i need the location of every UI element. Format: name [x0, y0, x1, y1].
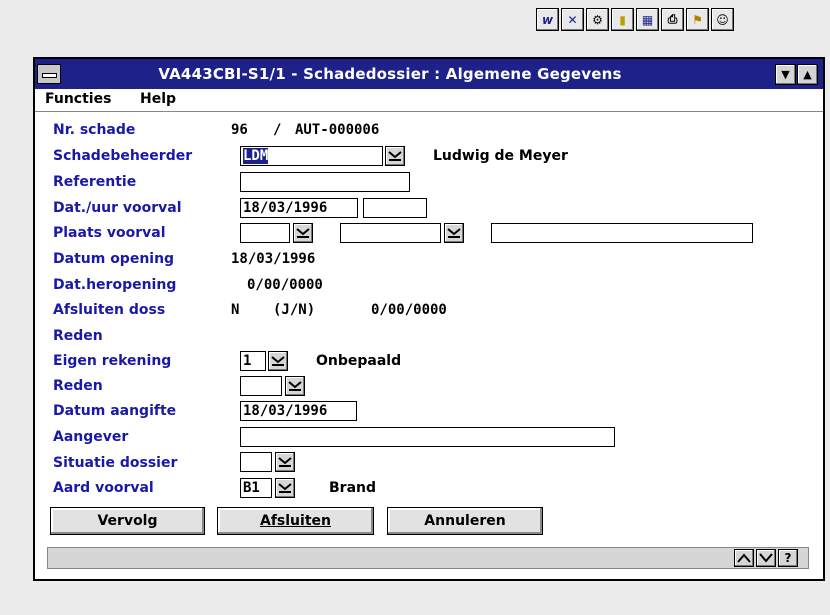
chevron-down-icon	[278, 483, 292, 493]
situatie-dossier-input[interactable]	[240, 452, 272, 472]
main-window: VA443CBI-S1/1 - Schadedossier : Algemene…	[33, 57, 825, 581]
eigen-rekening-input[interactable]: 1	[240, 351, 266, 371]
eigen-rekening-text: Onbepaald	[316, 353, 402, 369]
label-situatie-dossier: Situatie dossier	[53, 455, 178, 471]
reden-dropdown[interactable]	[285, 376, 305, 396]
label-afsluiten-doss: Afsluiten doss	[53, 302, 166, 318]
datum-opening-value: 18/03/1996	[231, 251, 316, 267]
minimize-button[interactable]: ▼	[775, 64, 796, 85]
label-reden-2: Reden	[53, 378, 103, 394]
nr-schade-separator: /	[273, 122, 282, 138]
title-bar: VA443CBI-S1/1 - Schadedossier : Algemene…	[35, 59, 823, 89]
chevron-up-icon	[737, 553, 751, 563]
document-icon[interactable]: ▮	[611, 8, 634, 31]
eigen-rekening-dropdown[interactable]	[268, 351, 288, 371]
plaats-code-dropdown[interactable]	[293, 223, 313, 243]
people-icon[interactable]: ☺	[711, 8, 734, 31]
afsluiten-flag: N	[231, 302, 240, 318]
schadebeheerder-input[interactable]: LDM	[240, 146, 383, 166]
label-aard-voorval: Aard voorval	[53, 480, 154, 496]
label-dat-heropening: Dat.heropening	[53, 277, 177, 293]
menu-bar: Functies Help	[35, 89, 823, 112]
aard-voorval-dropdown[interactable]	[275, 478, 295, 498]
afsluiten-hint: (J/N)	[273, 302, 316, 318]
plaats-postcode-dropdown[interactable]	[444, 223, 464, 243]
situatie-dossier-dropdown[interactable]	[275, 452, 295, 472]
referentie-input[interactable]	[240, 172, 410, 192]
label-referentie: Referentie	[53, 174, 137, 190]
label-eigen-rekening: Eigen rekening	[53, 353, 172, 369]
aangever-input[interactable]	[240, 427, 615, 447]
chevron-down-icon	[759, 553, 773, 563]
aard-voorval-text: Brand	[329, 480, 377, 496]
maximize-button[interactable]: ▲	[797, 64, 818, 85]
label-nr-schade: Nr. schade	[53, 122, 136, 138]
label-schadebeheerder: Schadebeheerder	[53, 148, 193, 164]
system-menu-button[interactable]	[37, 64, 61, 84]
search-icon[interactable]: ⚑	[686, 8, 709, 31]
reden-input[interactable]	[240, 376, 282, 396]
dat-voorval-input[interactable]: 18/03/1996	[240, 198, 358, 218]
label-aangever: Aangever	[53, 429, 129, 445]
label-datum-opening: Datum opening	[53, 251, 175, 267]
plaats-postcode-input[interactable]	[340, 223, 441, 243]
vervolg-button[interactable]: Vervolg	[50, 507, 205, 535]
afsluiten-button[interactable]: Afsluiten	[217, 507, 374, 535]
aard-voorval-input[interactable]: B1	[240, 478, 272, 498]
uur-voorval-input[interactable]	[363, 198, 427, 218]
dat-heropening-value: 0/00/0000	[247, 277, 323, 293]
chevron-down-icon	[288, 381, 302, 391]
w-icon[interactable]: w	[536, 8, 559, 31]
menu-help[interactable]: Help	[140, 91, 176, 107]
help-button[interactable]: ?	[778, 549, 798, 567]
printer-icon[interactable]: ⎙	[661, 8, 684, 31]
chevron-down-icon	[278, 457, 292, 467]
datum-aangifte-input[interactable]: 18/03/1996	[240, 401, 357, 421]
scroll-up-button[interactable]	[734, 549, 754, 567]
label-reden: Reden	[53, 328, 103, 344]
nr-schade-number: 96	[231, 122, 248, 138]
plaats-code-input[interactable]	[240, 223, 290, 243]
schadebeheerder-dropdown[interactable]	[385, 146, 405, 166]
afsluiten-date: 0/00/0000	[371, 302, 447, 318]
label-datum-aangifte: Datum aangifte	[53, 403, 177, 419]
calculator-icon[interactable]: ▦	[636, 8, 659, 31]
gear-icon[interactable]: ⚙	[586, 8, 609, 31]
chevron-down-icon	[271, 356, 285, 366]
window-title: VA443CBI-S1/1 - Schadedossier : Algemene…	[158, 65, 622, 83]
label-dat-uur-voorval: Dat./uur voorval	[53, 200, 182, 216]
plaats-naam-input[interactable]	[491, 223, 753, 243]
toolbar: w ✕ ⚙ ▮ ▦ ⎙ ⚑ ☺	[536, 8, 734, 32]
chevron-down-icon	[447, 228, 461, 238]
label-plaats-voorval: Plaats voorval	[53, 225, 166, 241]
annuleren-button[interactable]: Annuleren	[387, 507, 543, 535]
chevron-down-icon	[388, 151, 402, 161]
scroll-down-button[interactable]	[756, 549, 776, 567]
chevron-down-icon	[296, 228, 310, 238]
schadebeheerder-name: Ludwig de Meyer	[433, 148, 568, 164]
nr-schade-code: AUT-000006	[295, 122, 380, 138]
x-icon[interactable]: ✕	[561, 8, 584, 31]
status-bar: ?	[47, 547, 809, 569]
menu-functies[interactable]: Functies	[45, 91, 111, 107]
